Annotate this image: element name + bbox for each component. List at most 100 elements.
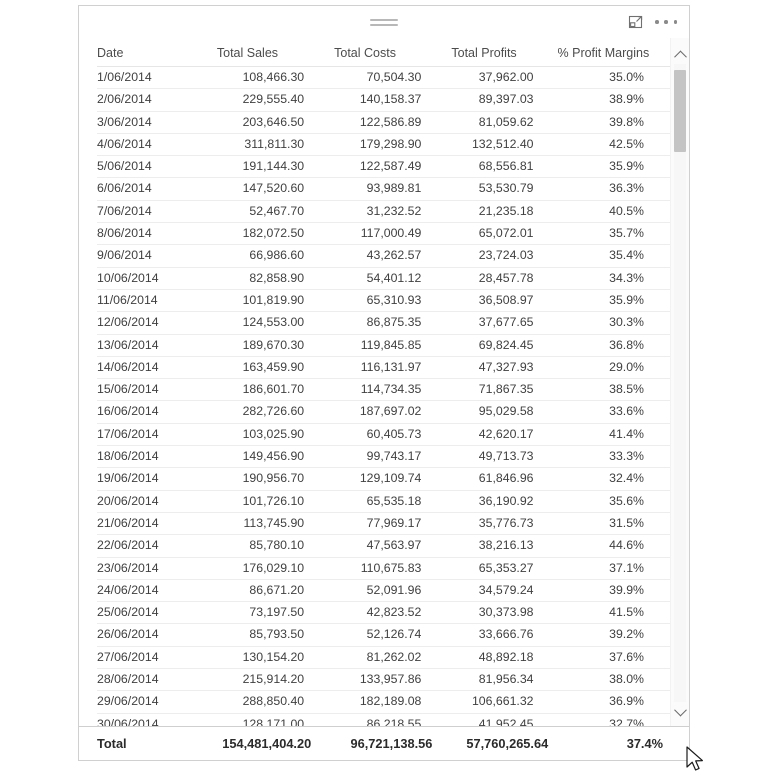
cell-date: 9/06/2014	[97, 244, 195, 268]
cell-date: 18/06/2014	[97, 445, 195, 469]
cell-costs: 99,743.17	[312, 445, 430, 469]
table-row[interactable]: 10/06/2014 82,858.90 54,401.12 28,457.78 34.…	[97, 267, 670, 290]
cell-profits: 89,397.03	[429, 88, 542, 112]
cell-costs: 52,091.96	[312, 579, 430, 603]
table-row[interactable]: 8/06/2014 182,072.50 117,000.49 65,072.01 35…	[97, 222, 670, 246]
cell-sales: 215,914.20	[194, 668, 313, 692]
cell-sales: 85,780.10	[194, 534, 313, 558]
more-options-icon[interactable]	[655, 14, 677, 30]
cell-sales: 103,025.90	[194, 423, 313, 447]
cell-date: 30/06/2014	[97, 713, 195, 726]
cell-date: 5/06/2014	[97, 155, 195, 179]
cell-margin: 42.5%	[541, 133, 670, 157]
column-header-date[interactable]: Date	[97, 38, 195, 67]
cell-costs: 129,109.74	[312, 467, 430, 491]
table-row[interactable]: 14/06/2014 163,459.90 116,131.97 47,327.93 2…	[97, 356, 670, 380]
table-row[interactable]: 3/06/2014 203,646.50 122,586.89 81,059.62 39…	[97, 111, 670, 134]
cell-sales: 163,459.90	[194, 356, 313, 380]
scrollbar-thumb[interactable]	[674, 70, 686, 152]
scroll-up-button[interactable]	[671, 46, 689, 64]
cell-margin: 29.0%	[541, 356, 670, 380]
table-row[interactable]: 12/06/2014 124,553.00 86,875.35 37,677.65 30…	[97, 311, 670, 335]
table-row[interactable]: 19/06/2014 190,956.70 129,109.74 61,846.96 3…	[97, 467, 670, 491]
table-row[interactable]: 30/06/2014 128,171.00 86,218.55 41,952.45 32…	[97, 713, 670, 726]
table-row[interactable]: 11/06/2014 101,819.90 65,310.93 36,508.97 35…	[97, 289, 670, 313]
table-row[interactable]: 22/06/2014 85,780.10 47,563.97 38,216.13 44.…	[97, 534, 670, 558]
chevron-down-icon	[673, 703, 687, 716]
scrollbar-track[interactable]	[674, 64, 686, 702]
table-row[interactable]: 21/06/2014 113,745.90 77,969.17 35,776.73 31…	[97, 512, 670, 536]
scroll-down-button[interactable]	[671, 702, 689, 720]
total-cell-margin: 37.4%	[626, 736, 663, 751]
ellipsis-dot	[673, 20, 677, 24]
column-header-costs[interactable]: Total Costs	[312, 38, 430, 67]
column-header-profits[interactable]: Total Profits	[429, 38, 542, 67]
cell-sales: 86,671.20	[194, 579, 313, 603]
table-row[interactable]: 5/06/2014 191,144.30 122,587.49 68,556.81 35…	[97, 155, 670, 179]
cell-costs: 65,535.18	[312, 490, 430, 513]
table-row[interactable]: 24/06/2014 86,671.20 52,091.96 34,579.24 39.…	[97, 579, 670, 603]
cell-sales: 66,986.60	[194, 244, 313, 268]
cell-costs: 116,131.97	[312, 356, 430, 380]
table-row[interactable]: 18/06/2014 149,456.90 99,743.17 49,713.73 33…	[97, 445, 670, 469]
table-row[interactable]: 25/06/2014 73,197.50 42,823.52 30,373.98 41.…	[97, 601, 670, 625]
cell-profits: 47,327.93	[429, 356, 542, 380]
table-row[interactable]: 15/06/2014 186,601.70 114,734.35 71,867.35 3…	[97, 378, 670, 402]
cell-sales: 190,956.70	[194, 467, 313, 491]
cell-date: 17/06/2014	[97, 423, 195, 447]
cell-costs: 52,126.74	[312, 623, 430, 647]
table-row[interactable]: 4/06/2014 311,811.30 179,298.90 132,512.40 4…	[97, 133, 670, 157]
vertical-scrollbar[interactable]	[670, 38, 689, 726]
cell-date: 11/06/2014	[97, 289, 195, 313]
table-row[interactable]: 2/06/2014 229,555.40 140,158.37 89,397.03 38…	[97, 88, 670, 112]
cell-profits: 106,661.32	[429, 690, 542, 714]
cell-sales: 108,466.30	[194, 66, 313, 90]
focus-mode-icon[interactable]	[627, 13, 645, 31]
cell-date: 7/06/2014	[97, 200, 195, 224]
table-row[interactable]: 23/06/2014 176,029.10 110,675.83 65,353.27 3…	[97, 557, 670, 580]
table-row[interactable]: 1/06/2014 108,466.30 70,504.30 37,962.00 35.…	[97, 66, 670, 90]
cell-profits: 81,059.62	[429, 111, 542, 134]
cell-date: 29/06/2014	[97, 690, 195, 714]
table-row[interactable]: 6/06/2014 147,520.60 93,989.81 53,530.79 36.…	[97, 177, 670, 201]
cell-costs: 122,586.89	[312, 111, 430, 134]
cell-costs: 110,675.83	[312, 557, 430, 580]
table-total-row: Total 154,481,404.20 96,721,138.56 57,76…	[79, 726, 689, 760]
cell-sales: 130,154.20	[194, 646, 313, 670]
table-row[interactable]: 16/06/2014 282,726.60 187,697.02 95,029.58 3…	[97, 400, 670, 424]
cell-date: 4/06/2014	[97, 133, 195, 157]
cell-profits: 71,867.35	[429, 378, 542, 402]
cell-margin: 32.7%	[541, 713, 670, 726]
table-row[interactable]: 9/06/2014 66,986.60 43,262.57 23,724.03 35.4…	[97, 244, 670, 268]
drag-handle[interactable]	[370, 19, 398, 26]
cell-sales: 311,811.30	[194, 133, 313, 157]
cell-sales: 128,171.00	[194, 713, 313, 726]
table-scroll-viewport[interactable]: Date Total Sales Total Costs Total Profits%…	[97, 38, 670, 726]
cell-sales: 52,467.70	[194, 200, 313, 224]
cell-costs: 43,262.57	[312, 244, 430, 268]
table-row[interactable]: 27/06/2014 130,154.20 81,262.02 48,892.18 37…	[97, 646, 670, 670]
cell-sales: 182,072.50	[194, 222, 313, 246]
cell-profits: 35,776.73	[429, 512, 542, 536]
cell-margin: 37.6%	[541, 646, 670, 670]
cell-sales: 282,726.60	[194, 400, 313, 424]
table-row[interactable]: 20/06/2014 101,726.10 65,535.18 36,190.92 35…	[97, 490, 670, 513]
cell-margin: 37.1%	[541, 557, 670, 580]
cell-profits: 36,508.97	[429, 289, 542, 313]
cell-profits: 95,029.58	[429, 400, 542, 424]
table-row[interactable]: 29/06/2014 288,850.40 182,189.08 106,661.32…	[97, 690, 670, 714]
table-row[interactable]: 13/06/2014 189,670.30 119,845.85 69,824.45 3…	[97, 334, 670, 357]
cell-sales: 149,456.90	[194, 445, 313, 469]
table-row[interactable]: 17/06/2014 103,025.90 60,405.73 42,620.17 41…	[97, 423, 670, 447]
cell-costs: 182,189.08	[312, 690, 430, 714]
cell-date: 2/06/2014	[97, 88, 195, 112]
column-header-margin[interactable]: % Profit Margins	[541, 38, 670, 67]
table-row[interactable]: 28/06/2014 215,914.20 133,957.86 81,956.34 3…	[97, 668, 670, 692]
column-header-sales[interactable]: Total Sales	[194, 38, 313, 67]
cell-costs: 42,823.52	[312, 601, 430, 625]
cell-costs: 187,697.02	[312, 400, 430, 424]
table-row[interactable]: 7/06/2014 52,467.70 31,232.52 21,235.18 40.5…	[97, 200, 670, 224]
table-row[interactable]: 26/06/2014 85,793.50 52,126.74 33,666.76 39.…	[97, 623, 670, 647]
total-cell-sales: 154,481,404.20	[222, 736, 312, 751]
table-visual-card: Date Total Sales Total Costs Total Profits%…	[78, 5, 690, 761]
